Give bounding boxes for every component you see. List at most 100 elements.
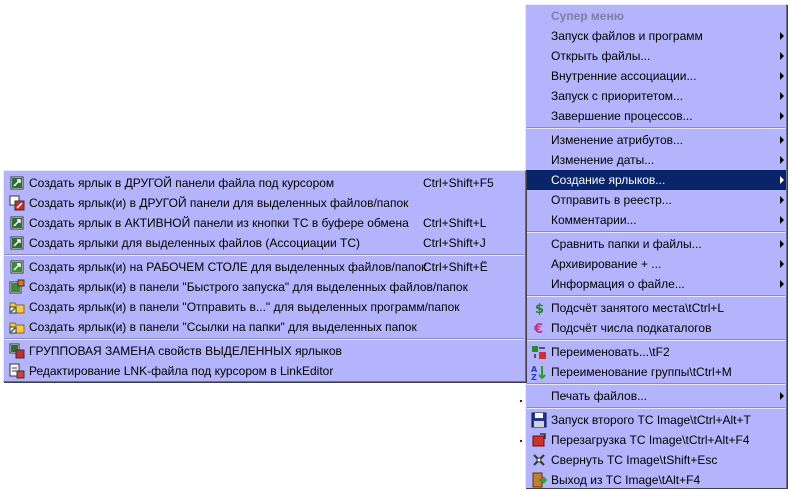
menu-separator	[5, 338, 524, 340]
super-menu: Супер меню Запуск файлов и программ Открыт…	[525, 4, 787, 488]
menu-item-label: Создать ярлыки для выделенных файлов (Ас…	[29, 236, 361, 250]
menu-item-2[interactable]: Создать ярлык в АКТИВНОЙ панели из кнопк…	[4, 213, 525, 233]
group-replace-icon	[9, 343, 25, 359]
menu-item-label: Создать ярлык(и) в панели "Быстрого запу…	[29, 280, 468, 294]
menu-item-label: Печать файлов...	[551, 389, 648, 403]
submenu-arrow-icon	[780, 52, 784, 60]
rename-icon	[531, 344, 547, 360]
menu-item-28[interactable]: Выход из TC Image\tAlt+F4	[526, 470, 786, 490]
exit-icon	[531, 472, 547, 488]
floppy-icon	[531, 412, 547, 428]
menu-item-label: Открыть файлы...	[551, 49, 651, 63]
menu-item-26[interactable]: Перезагрузка TC Image\tCtrl+Alt+F4	[526, 430, 786, 450]
menu-item-20[interactable]: Переименовать...\tF2	[526, 342, 786, 362]
menu-item-10[interactable]: Отправить в реестр...	[526, 190, 786, 210]
menu-item-11[interactable]: Редактирование LNK-файла под курсором в …	[4, 361, 525, 381]
submenu-arrow-icon	[780, 240, 784, 248]
submenu-arrow-icon	[780, 156, 784, 164]
menu-item-shortcut: Ctrl+Shift+L	[423, 216, 487, 230]
menu-item-label: Супер меню	[551, 9, 624, 23]
menu-item-13[interactable]: Сравнить папки и файлы...	[526, 234, 786, 254]
menu-item-label: Комментарии...	[551, 213, 637, 227]
submenu-arrow-icon	[780, 92, 784, 100]
submenu-arrow-icon	[780, 72, 784, 80]
menu-item-label: Свернуть TC Image\tShift+Esc	[551, 453, 718, 467]
menu-item-25[interactable]: Запуск второго TC Image\tCtrl+Alt+T	[526, 410, 786, 430]
menu-item-label: Запуск с приоритетом...	[551, 89, 684, 103]
menu-item-label: Архивирование + ...	[551, 257, 662, 271]
menu-item-label: Перезагрузка TC Image\tCtrl+Alt+F4	[551, 433, 750, 447]
menu-item-5[interactable]: Создать ярлык(и) на РАБОЧЕМ СТОЛЕ для вы…	[4, 257, 525, 277]
shortcut-icon	[9, 175, 25, 191]
menu-item-17[interactable]: $ Подсчёт занятого места\tCtrl+L	[526, 298, 786, 318]
menu-item-label: Создание ярлыков...	[551, 173, 666, 187]
menu-item-label: Сравнить папки и файлы...	[551, 237, 702, 251]
menu-separator	[527, 407, 785, 409]
menu-item-label: Подсчёт занятого места\tCtrl+L	[551, 301, 725, 315]
menu-item-shortcut: Ctrl+Shift+Ё	[423, 260, 488, 274]
shortcut-icon	[9, 215, 25, 231]
menu-item-0[interactable]: Создать ярлык в ДРУГОЙ панели файла под …	[4, 173, 525, 193]
menu-item-shortcut: Ctrl+Shift+J	[423, 236, 486, 250]
menu-item-label: Создать ярлык(и) на РАБОЧЕМ СТОЛЕ для вы…	[29, 260, 427, 274]
dollar-icon: $	[531, 300, 547, 316]
menu-item-label: Создать ярлык(и) в панели "Отправить в..…	[29, 300, 460, 314]
menu-item-21[interactable]: A Z Переименование группы\tCtrl+M	[526, 362, 786, 382]
menu-item-3[interactable]: Создать ярлыки для выделенных файлов (Ас…	[4, 233, 525, 253]
decor-dot	[520, 440, 522, 442]
menu-item-5[interactable]: Завершение процессов...	[526, 106, 786, 126]
menu-item-2[interactable]: Открыть файлы...	[526, 46, 786, 66]
menu-item-label: Создать ярлык(и) в ДРУГОЙ панели для выд…	[29, 196, 409, 210]
lnk-edit-icon	[9, 363, 25, 379]
menu-item-1[interactable]: Создать ярлык(и) в ДРУГОЙ панели для выд…	[4, 193, 525, 213]
menu-item-label: Выход из TC Image\tAlt+F4	[551, 473, 701, 487]
menu-item-label: Завершение процессов...	[551, 109, 693, 123]
menu-item-18[interactable]: € Подсчёт числа подкаталогов	[526, 318, 786, 338]
menu-item-label: Изменение даты...	[551, 153, 655, 167]
menu-item-label: Редактирование LNK-файла под курсором в …	[29, 364, 334, 378]
menu-item-label: Подсчёт числа подкаталогов	[551, 321, 712, 335]
menu-item-label: Изменение атрибутов...	[551, 133, 683, 147]
decor-dot	[520, 400, 522, 402]
folder-shortcut-icon	[9, 299, 25, 315]
menu-item-6[interactable]: Создать ярлык(и) в панели "Быстрого запу…	[4, 277, 525, 297]
submenu-arrow-icon	[780, 216, 784, 224]
menu-item-8[interactable]: Изменение даты...	[526, 150, 786, 170]
menu-item-11[interactable]: Комментарии...	[526, 210, 786, 230]
submenu-arrow-icon	[780, 260, 784, 268]
menu-item-15[interactable]: Информация о файле...	[526, 274, 786, 294]
menu-separator	[527, 295, 785, 297]
menu-item-8[interactable]: Создать ярлык(и) в панели "Ссылки на пап…	[4, 317, 525, 337]
menu-separator	[527, 383, 785, 385]
shortcut-icon	[9, 235, 25, 251]
menu-item-label: Создать ярлык(и) в панели "Ссылки на пап…	[29, 320, 417, 334]
create-shortcuts-submenu: Создать ярлык в ДРУГОЙ панели файла под …	[3, 170, 526, 382]
menu-item-10[interactable]: ГРУППОВАЯ ЗАМЕНА свойств ВЫДЕЛЕННЫХ ярлы…	[4, 341, 525, 361]
menu-item-label: Внутренние ассоциации...	[551, 69, 697, 83]
menu-separator	[527, 231, 785, 233]
submenu-arrow-icon	[780, 196, 784, 204]
menu-item-label: Запуск второго TC Image\tCtrl+Alt+T	[551, 413, 751, 427]
menu-item-9[interactable]: Создание ярлыков...	[526, 170, 786, 190]
desktop-shortcut-icon	[9, 259, 25, 275]
submenu-arrow-icon	[780, 176, 784, 184]
menu-item-3[interactable]: Внутренние ассоциации...	[526, 66, 786, 86]
submenu-arrow-icon	[780, 392, 784, 400]
submenu-arrow-icon	[780, 136, 784, 144]
menu-item-4[interactable]: Запуск с приоритетом...	[526, 86, 786, 106]
menu-item-23[interactable]: Печать файлов...	[526, 386, 786, 406]
menu-header: Супер меню	[526, 6, 786, 26]
menu-item-label: ГРУППОВАЯ ЗАМЕНА свойств ВЫДЕЛЕННЫХ ярлы…	[29, 344, 342, 358]
svg-text:$: $	[535, 302, 544, 316]
menu-item-1[interactable]: Запуск файлов и программ	[526, 26, 786, 46]
menu-item-label: Создать ярлык в АКТИВНОЙ панели из кнопк…	[29, 216, 409, 230]
submenu-arrow-icon	[780, 32, 784, 40]
menu-item-27[interactable]: Свернуть TC Image\tShift+Esc	[526, 450, 786, 470]
menu-separator	[527, 127, 785, 129]
menu-item-7[interactable]: Создать ярлык(и) в панели "Отправить в..…	[4, 297, 525, 317]
quicklaunch-shortcut-icon	[9, 279, 25, 295]
restart-icon	[531, 432, 547, 448]
menu-separator	[527, 339, 785, 341]
menu-item-7[interactable]: Изменение атрибутов...	[526, 130, 786, 150]
menu-item-14[interactable]: Архивирование + ...	[526, 254, 786, 274]
